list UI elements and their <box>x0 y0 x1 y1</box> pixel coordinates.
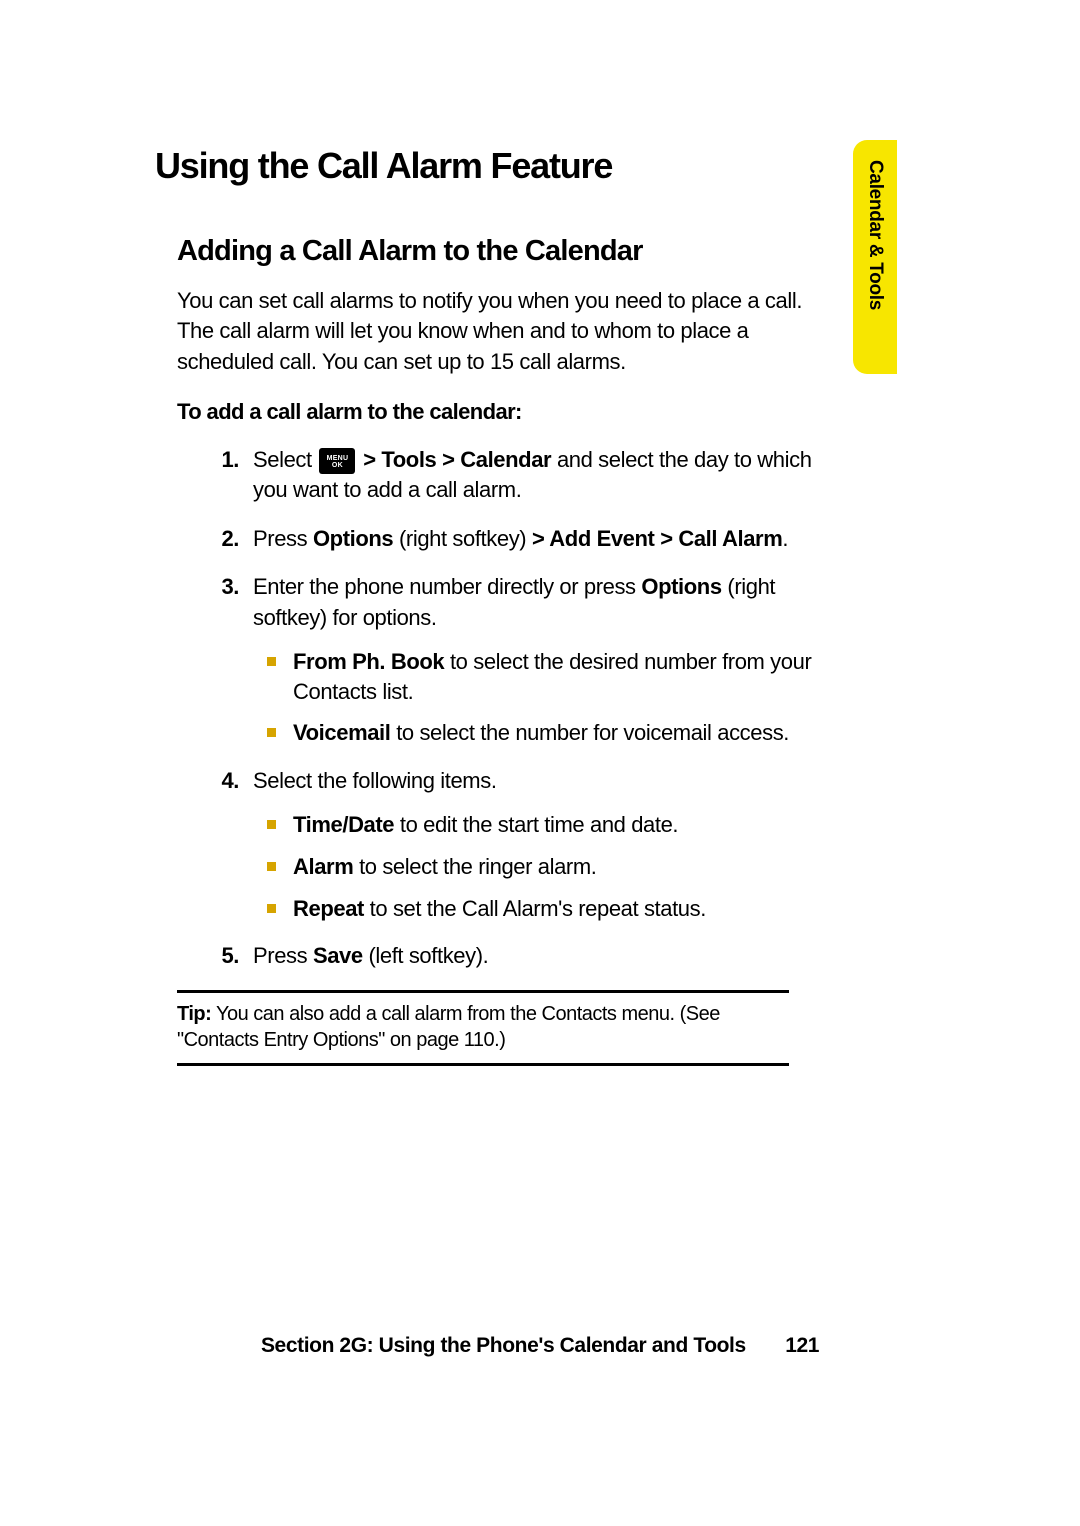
page-number: 121 <box>785 1334 819 1358</box>
option-text: to set the Call Alarm's repeat status. <box>364 896 706 921</box>
step-4-options: Time/Date to edit the start time and dat… <box>267 810 835 923</box>
section-heading: Adding a Call Alarm to the Calendar <box>177 235 835 268</box>
tip-text: You can also add a call alarm from the C… <box>177 1003 720 1051</box>
nav-calendar: Calendar <box>460 447 551 472</box>
step-text: Press <box>253 526 313 551</box>
page-title: Using the Call Alarm Feature <box>155 145 835 187</box>
procedure-lead: To add a call alarm to the calendar: <box>177 399 835 425</box>
step-text: . <box>782 526 788 551</box>
option-time-date: Time/Date <box>293 812 394 837</box>
step-1: 1. Select MENU OK > Tools > Calendar and… <box>205 445 835 506</box>
step-4: 4. Select the following items. Time/Date… <box>205 766 835 923</box>
option-text: to select the ringer alarm. <box>353 854 596 879</box>
tip-callout: Tip: You can also add a call alarm from … <box>177 990 789 1066</box>
nav-separator: > <box>436 447 460 472</box>
nav-separator: > <box>363 447 381 472</box>
list-item: Time/Date to edit the start time and dat… <box>267 810 835 840</box>
section-tab: Calendar & Tools <box>853 140 897 374</box>
nav-path: > Add Event > Call Alarm <box>532 526 782 551</box>
step-number: 1. <box>205 445 239 475</box>
step-5: 5. Press Save (left softkey). <box>205 941 835 971</box>
footer-section: Section 2G: Using the Phone's Calendar a… <box>261 1334 746 1357</box>
option-from-ph-book: From Ph. Book <box>293 649 444 674</box>
step-2: 2. Press Options (right softkey) > Add E… <box>205 524 835 554</box>
procedure-steps: 1. Select MENU OK > Tools > Calendar and… <box>205 445 835 972</box>
section-tab-label: Calendar & Tools <box>864 160 886 310</box>
step-text: Select the following items. <box>253 768 497 793</box>
step-3-options: From Ph. Book to select the desired numb… <box>267 647 835 748</box>
nav-tools: Tools <box>381 447 436 472</box>
option-repeat: Repeat <box>293 896 364 921</box>
step-text: Enter the phone number directly or press <box>253 574 641 599</box>
step-number: 2. <box>205 524 239 554</box>
list-item: From Ph. Book to select the desired numb… <box>267 647 835 706</box>
option-alarm: Alarm <box>293 854 353 879</box>
page-content: Using the Call Alarm Feature Adding a Ca… <box>155 145 835 1066</box>
step-text: Press <box>253 943 313 968</box>
step-text: Select <box>253 447 317 472</box>
option-text: to edit the start time and date. <box>394 812 678 837</box>
list-item: Alarm to select the ringer alarm. <box>267 852 835 882</box>
step-text: (left softkey). <box>363 943 489 968</box>
intro-paragraph: You can set call alarms to notify you wh… <box>177 286 835 377</box>
option-text: to select the number for voicemail acces… <box>390 720 789 745</box>
option-voicemail: Voicemail <box>293 720 390 745</box>
step-text: (right softkey) <box>393 526 532 551</box>
menu-ok-key-icon: MENU OK <box>319 448 355 474</box>
softkey-options: Options <box>641 574 721 599</box>
step-number: 4. <box>205 766 239 796</box>
softkey-save: Save <box>313 943 363 968</box>
tip-label: Tip: <box>177 1003 211 1025</box>
list-item: Voicemail to select the number for voice… <box>267 718 835 748</box>
step-number: 5. <box>205 941 239 971</box>
softkey-options: Options <box>313 526 393 551</box>
list-item: Repeat to set the Call Alarm's repeat st… <box>267 894 835 924</box>
step-number: 3. <box>205 572 239 602</box>
step-3: 3. Enter the phone number directly or pr… <box>205 572 835 748</box>
page-footer: Section 2G: Using the Phone's Calendar a… <box>0 1334 1080 1358</box>
